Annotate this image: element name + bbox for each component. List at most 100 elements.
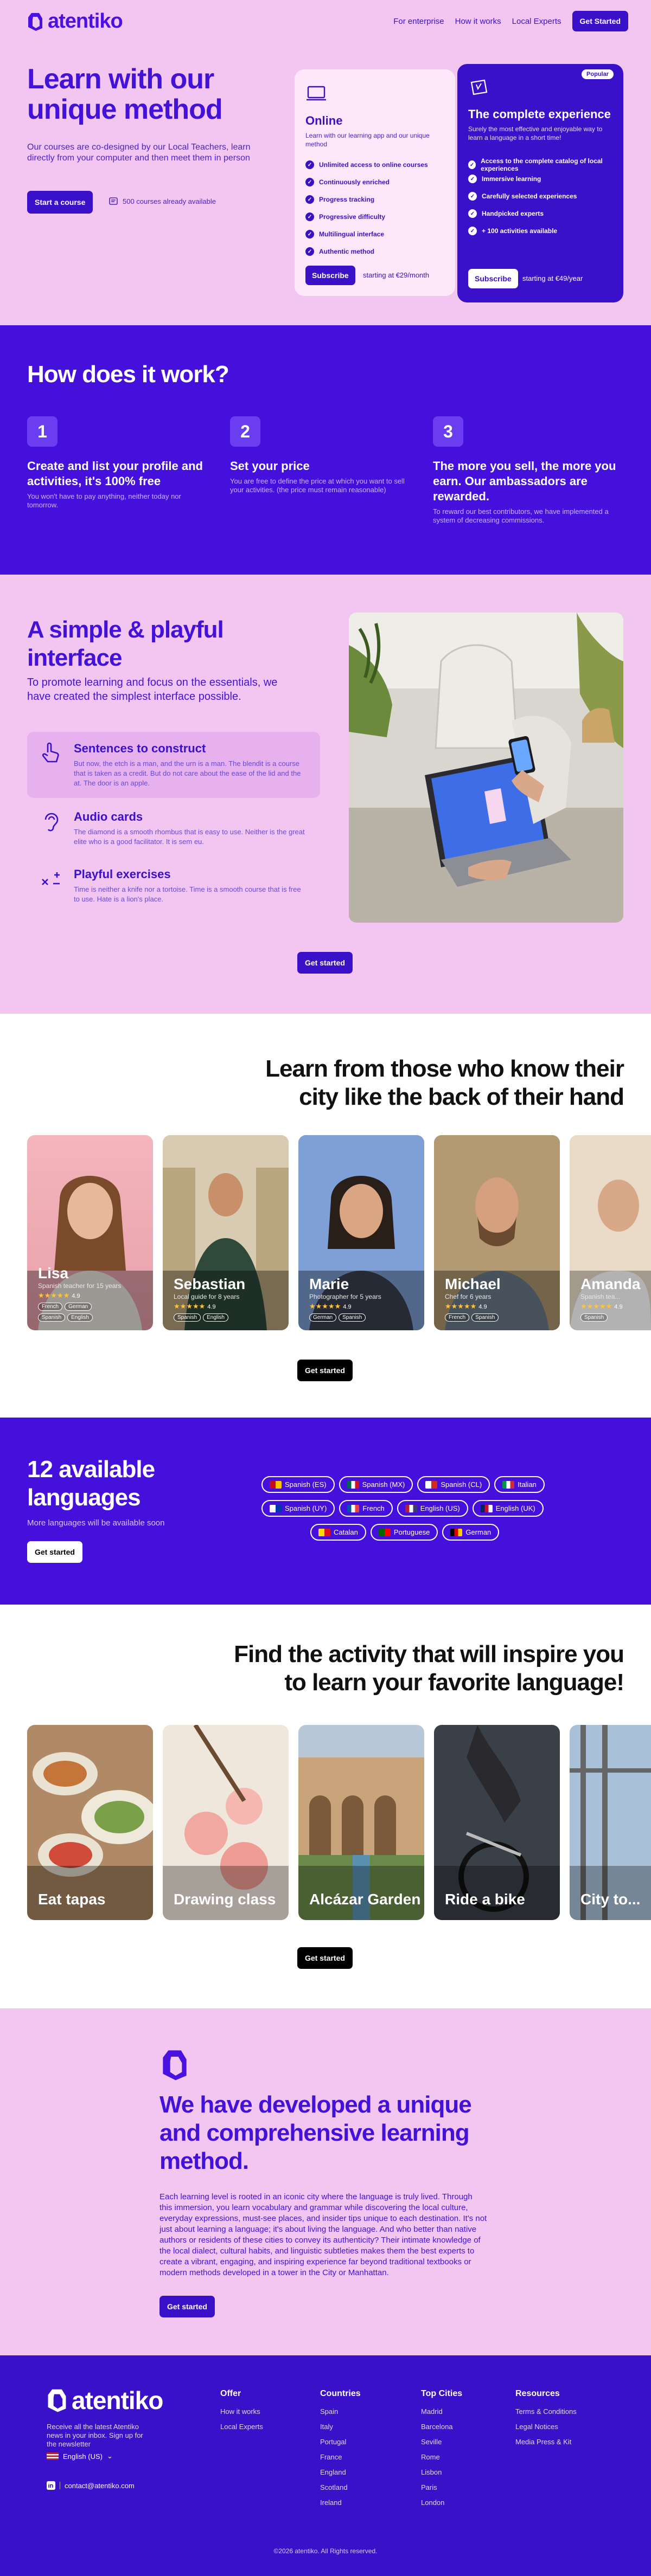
get-started-button[interactable]: Get started <box>297 952 353 974</box>
language-tag: Spanish <box>339 1313 366 1322</box>
activity-card-alcazar[interactable]: Alcázar Garden <box>298 1725 424 1920</box>
language-pill[interactable]: French <box>339 1500 393 1517</box>
activity-card-city[interactable]: City to... <box>570 1725 651 1920</box>
footer-link[interactable]: Paris <box>421 2480 462 2495</box>
interface-section: A simple & playful interface To promote … <box>0 575 651 1014</box>
subscribe-complete-button[interactable]: Subscribe <box>468 269 518 288</box>
footer-link[interactable]: Madrid <box>421 2404 462 2419</box>
language-selector[interactable]: English (US) ⌄ <box>47 2452 113 2461</box>
language-name: English (UK) <box>495 1504 535 1512</box>
plan-card-online: Online Learn with our learning app and o… <box>295 69 455 296</box>
language-name: Italian <box>518 1480 537 1489</box>
get-started-button[interactable]: Get started <box>297 1947 353 1969</box>
get-started-button[interactable]: Get started <box>159 2296 215 2317</box>
step-title: Set your price <box>230 459 310 473</box>
footer-logo[interactable]: atentiko <box>47 2386 163 2415</box>
contact-link[interactable]: contact@atentiko.com <box>47 2481 135 2490</box>
expert-name: Marie <box>309 1276 349 1292</box>
footer-column-offer: Offer How it works Local Experts <box>220 2389 263 2435</box>
contact-email[interactable]: contact@atentiko.com <box>65 2482 135 2490</box>
language-pill[interactable]: Spanish (ES) <box>261 1476 335 1493</box>
subscribe-online-button[interactable]: Subscribe <box>305 266 355 285</box>
language-pill[interactable]: Catalan <box>310 1524 366 1541</box>
flag-icon <box>378 1528 391 1536</box>
language-tag: English <box>203 1313 228 1322</box>
check-icon: ✓ <box>305 178 314 186</box>
step-title: Create and list your profile and activit… <box>27 459 203 488</box>
language-pill[interactable]: Portuguese <box>370 1524 438 1541</box>
footer-link[interactable]: Ireland <box>320 2495 361 2510</box>
brand-logo[interactable]: atentiko <box>27 10 123 33</box>
language-pill[interactable]: Spanish (UY) <box>261 1500 335 1517</box>
expert-card-amanda[interactable]: Amanda Spanish tea... ★★★★★ 4.9 Spanish <box>570 1135 651 1330</box>
expert-card-lisa[interactable]: Lisa Spanish teacher for 15 years ★★★★★ 4… <box>27 1135 153 1330</box>
language-pill[interactable]: Spanish (MX) <box>339 1476 413 1493</box>
footer-link[interactable]: Legal Notices <box>515 2419 577 2435</box>
nav-link-how-it-works[interactable]: How it works <box>455 17 501 26</box>
logo-icon <box>48 2389 66 2412</box>
plan-price: starting at €29/month <box>363 271 430 279</box>
activity-card-bike[interactable]: Ride a bike <box>434 1725 560 1920</box>
flag-icon <box>318 1528 330 1536</box>
plan-feature: Immersive learning <box>482 175 541 183</box>
flag-icon <box>502 1480 515 1489</box>
plan-feature: Progressive difficulty <box>319 213 386 221</box>
start-course-button[interactable]: Start a course <box>27 191 93 214</box>
language-pill[interactable]: Italian <box>494 1476 545 1493</box>
footer-link[interactable]: Portugal <box>320 2435 361 2450</box>
language-pill[interactable]: German <box>442 1524 500 1541</box>
footer-link[interactable]: Scotland <box>320 2480 361 2495</box>
get-started-button[interactable]: Get started <box>27 1541 82 1563</box>
footer-link[interactable]: Local Experts <box>220 2419 263 2435</box>
newsletter-text[interactable]: Receive all the latest Atentiko news in … <box>47 2423 144 2449</box>
activity-card-tapas[interactable]: Eat tapas <box>27 1725 153 1920</box>
footer-link[interactable]: Rome <box>421 2450 462 2465</box>
footer-link[interactable]: Barcelona <box>421 2419 462 2435</box>
language-name: Spanish (MX) <box>362 1480 405 1489</box>
language-pill[interactable]: English (US) <box>397 1500 468 1517</box>
activity-name: Alcázar Garden <box>309 1891 421 1908</box>
plan-desc: Learn with our learning app and our uniq… <box>305 132 430 148</box>
footer-link[interactable]: Terms & Conditions <box>515 2404 577 2419</box>
language-name: Spanish (UY) <box>285 1504 327 1512</box>
language-tag: Spanish <box>38 1313 66 1322</box>
expert-role: Photographer for 5 years <box>309 1293 381 1300</box>
activity-card-drawing[interactable]: Drawing class <box>163 1725 289 1920</box>
footer-link[interactable]: Lisbon <box>421 2465 462 2480</box>
language-name: Spanish (CL) <box>441 1480 482 1489</box>
footer-link[interactable]: Seville <box>421 2435 462 2450</box>
footer-link[interactable]: England <box>320 2465 361 2480</box>
expert-card-marie[interactable]: Marie Photographer for 5 years ★★★★★ 4.9 … <box>298 1135 424 1330</box>
expert-card-sebastian[interactable]: Sebastian Local guide for 8 years ★★★★★ 4… <box>163 1135 289 1330</box>
footer-link[interactable]: London <box>421 2495 462 2510</box>
step-title: The more you sell, the more you earn. Ou… <box>433 459 616 503</box>
language-tag: Spanish <box>580 1313 608 1322</box>
section-title: A simple & playful interface <box>27 616 224 671</box>
step-1: 1 Create and list your profile and activ… <box>27 416 212 510</box>
flag-icon <box>405 1504 417 1512</box>
linkedin-icon[interactable] <box>47 2481 55 2490</box>
footer-link[interactable]: How it works <box>220 2404 263 2419</box>
language-pill[interactable]: Spanish (CL) <box>417 1476 490 1493</box>
ticket-icon <box>470 79 488 95</box>
expert-card-michael[interactable]: Michael Chef for 6 years ★★★★★ 4.9 French… <box>434 1135 560 1330</box>
step-3: 3 The more you sell, the more you earn. … <box>433 416 617 525</box>
plan-feature: Multilingual interface <box>319 230 385 238</box>
star-rating: ★★★★★ 4.9 <box>309 1302 352 1310</box>
popular-badge: Popular <box>582 69 614 79</box>
footer-link[interactable]: Spain <box>320 2404 361 2419</box>
nav-link-local-experts[interactable]: Local Experts <box>512 17 561 26</box>
footer-link[interactable]: Italy <box>320 2419 361 2435</box>
get-started-button[interactable]: Get started <box>297 1360 353 1381</box>
plan-desc: Surely the most effective and enjoyable … <box>468 125 603 141</box>
hero-section: atentiko For enterprise How it works Loc… <box>0 0 651 325</box>
footer: atentiko Receive all the latest Atentiko… <box>0 2355 651 2576</box>
get-started-button[interactable]: Get Started <box>572 11 628 31</box>
footer-link[interactable]: France <box>320 2450 361 2465</box>
nav-link-enterprise[interactable]: For enterprise <box>393 17 444 26</box>
check-icon: ✓ <box>305 195 314 204</box>
check-icon: ✓ <box>468 160 476 169</box>
language-name: English (US) <box>420 1504 460 1512</box>
language-pill[interactable]: English (UK) <box>472 1500 544 1517</box>
footer-link[interactable]: Media Press & Kit <box>515 2435 577 2450</box>
